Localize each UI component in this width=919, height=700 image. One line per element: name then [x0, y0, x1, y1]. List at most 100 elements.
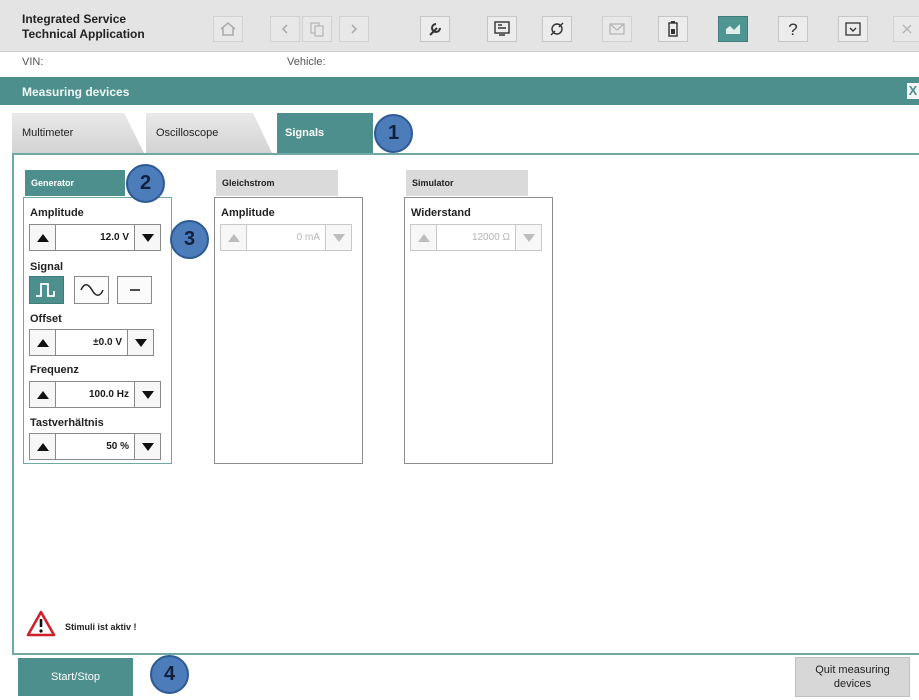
frequency-increase-button[interactable] [29, 381, 56, 408]
arrow-up-icon [36, 338, 49, 347]
arrow-down-icon [141, 442, 154, 451]
arrow-up-icon [36, 390, 49, 399]
callout-marker-2: 2 [126, 164, 165, 203]
close-icon [901, 24, 912, 34]
resistance-increase-button[interactable] [410, 224, 437, 251]
offset-stepper: ±0.0 V [29, 329, 154, 356]
frequency-stepper: 100.0 Hz [29, 381, 161, 408]
offset-label: Offset [30, 313, 62, 325]
callout-marker-4: 4 [150, 655, 189, 694]
resistance-decrease-button[interactable] [515, 224, 542, 251]
battery-icon [668, 21, 678, 37]
diagnostics-button[interactable] [487, 16, 517, 42]
close-window-button[interactable]: X [907, 83, 919, 99]
status-message: Stimuli ist aktiv ! [65, 622, 137, 632]
current-increase-button[interactable] [220, 224, 247, 251]
help-button[interactable]: ? [778, 16, 808, 42]
measuring-devices-button[interactable] [718, 16, 748, 42]
quit-measuring-devices-button[interactable]: Quit measuring devices [795, 657, 910, 697]
back-button[interactable] [270, 16, 300, 42]
frequency-decrease-button[interactable] [134, 381, 161, 408]
copy-icon [310, 22, 324, 37]
amplitude-label: Amplitude [30, 207, 84, 219]
quit-label-line2: devices [833, 678, 872, 690]
connection-icon [550, 22, 564, 36]
print-button[interactable] [838, 16, 868, 42]
top-toolbar: Integrated Service Technical Application… [0, 0, 919, 52]
arrow-down-icon [141, 390, 154, 399]
callout-marker-1: 1 [374, 114, 413, 153]
svg-text:?: ? [788, 20, 797, 38]
service-functions-button[interactable] [420, 16, 450, 42]
home-button[interactable] [213, 16, 243, 42]
square-wave-icon [35, 283, 55, 297]
duty-cycle-increase-button[interactable] [29, 433, 56, 460]
frequency-label: Frequenz [30, 364, 79, 376]
duty-cycle-decrease-button[interactable] [134, 433, 161, 460]
duty-cycle-stepper: 50 % [29, 433, 161, 460]
exit-button[interactable] [893, 16, 919, 42]
signal-square-button[interactable] [29, 276, 64, 304]
app-title: Integrated Service Technical Application [22, 12, 145, 42]
vehicle-label: Vehicle: [287, 56, 326, 68]
battery-button[interactable] [658, 16, 688, 42]
back-icon [281, 24, 288, 34]
tab-multimeter[interactable]: Multimeter [12, 113, 144, 153]
amplitude-stepper: 12.0 V [29, 224, 161, 251]
tab-oscilloscope[interactable]: Oscilloscope [146, 113, 272, 153]
app-title-line2: Technical Application [22, 27, 145, 41]
mail-button[interactable] [602, 16, 632, 42]
current-amplitude-stepper: 0 mA [220, 224, 352, 251]
mail-icon [609, 23, 625, 35]
forward-button[interactable] [339, 16, 369, 42]
vehicle-info-bar: VIN: Vehicle: [0, 52, 919, 73]
window-title: Measuring devices [22, 85, 130, 99]
dc-line-icon [129, 289, 140, 291]
wrench-icon [429, 23, 441, 36]
arrow-up-icon [36, 442, 49, 451]
signal-sine-button[interactable] [74, 276, 109, 304]
arrow-down-icon [134, 338, 147, 347]
duty-cycle-value[interactable]: 50 % [56, 433, 134, 460]
duty-cycle-label: Tastverhältnis [30, 417, 104, 429]
copy-button[interactable] [302, 16, 332, 42]
window-header: Measuring devices X [0, 77, 919, 105]
amplitude-increase-button[interactable] [29, 224, 56, 251]
current-amplitude-value[interactable]: 0 mA [247, 224, 325, 251]
frequency-value[interactable]: 100.0 Hz [56, 381, 134, 408]
start-stop-button[interactable]: Start/Stop [18, 658, 133, 696]
gleichstrom-header: Gleichstrom [216, 170, 338, 196]
signal-label: Signal [30, 261, 64, 273]
generator-header: Generator [25, 170, 125, 196]
resistance-value[interactable]: 12000 Ω [437, 224, 515, 251]
quit-label-line1: Quit measuring [815, 664, 890, 676]
vin-label: VIN: [22, 56, 44, 68]
arrow-up-icon [36, 233, 49, 242]
arrow-down-icon [141, 233, 154, 242]
app-title-line1: Integrated Service [22, 12, 127, 26]
offset-decrease-button[interactable] [127, 329, 154, 356]
simulator-header: Simulator [406, 170, 528, 196]
tab-signals[interactable]: Signals [277, 113, 373, 153]
offset-value[interactable]: ±0.0 V [56, 329, 127, 356]
signal-dc-button[interactable] [117, 276, 152, 304]
resistance-stepper: 12000 Ω [410, 224, 542, 251]
help-icon: ? [788, 20, 797, 38]
offset-increase-button[interactable] [29, 329, 56, 356]
callout-marker-3: 3 [170, 220, 209, 259]
amplitude-decrease-button[interactable] [134, 224, 161, 251]
amplitude-value[interactable]: 12.0 V [56, 224, 134, 251]
arrow-down-icon [332, 233, 345, 242]
arrow-up-icon [227, 233, 240, 242]
arrow-up-icon [417, 233, 430, 242]
connection-button[interactable] [542, 16, 572, 42]
resistance-label: Widerstand [411, 207, 471, 219]
arrow-down-icon [522, 233, 535, 242]
current-amplitude-label: Amplitude [221, 207, 275, 219]
diagnostics-icon [494, 21, 510, 36]
home-icon [220, 21, 236, 36]
current-decrease-button[interactable] [325, 224, 352, 251]
warning-icon [26, 610, 56, 637]
measuring-icon [726, 24, 740, 34]
sine-wave-icon [79, 284, 104, 296]
